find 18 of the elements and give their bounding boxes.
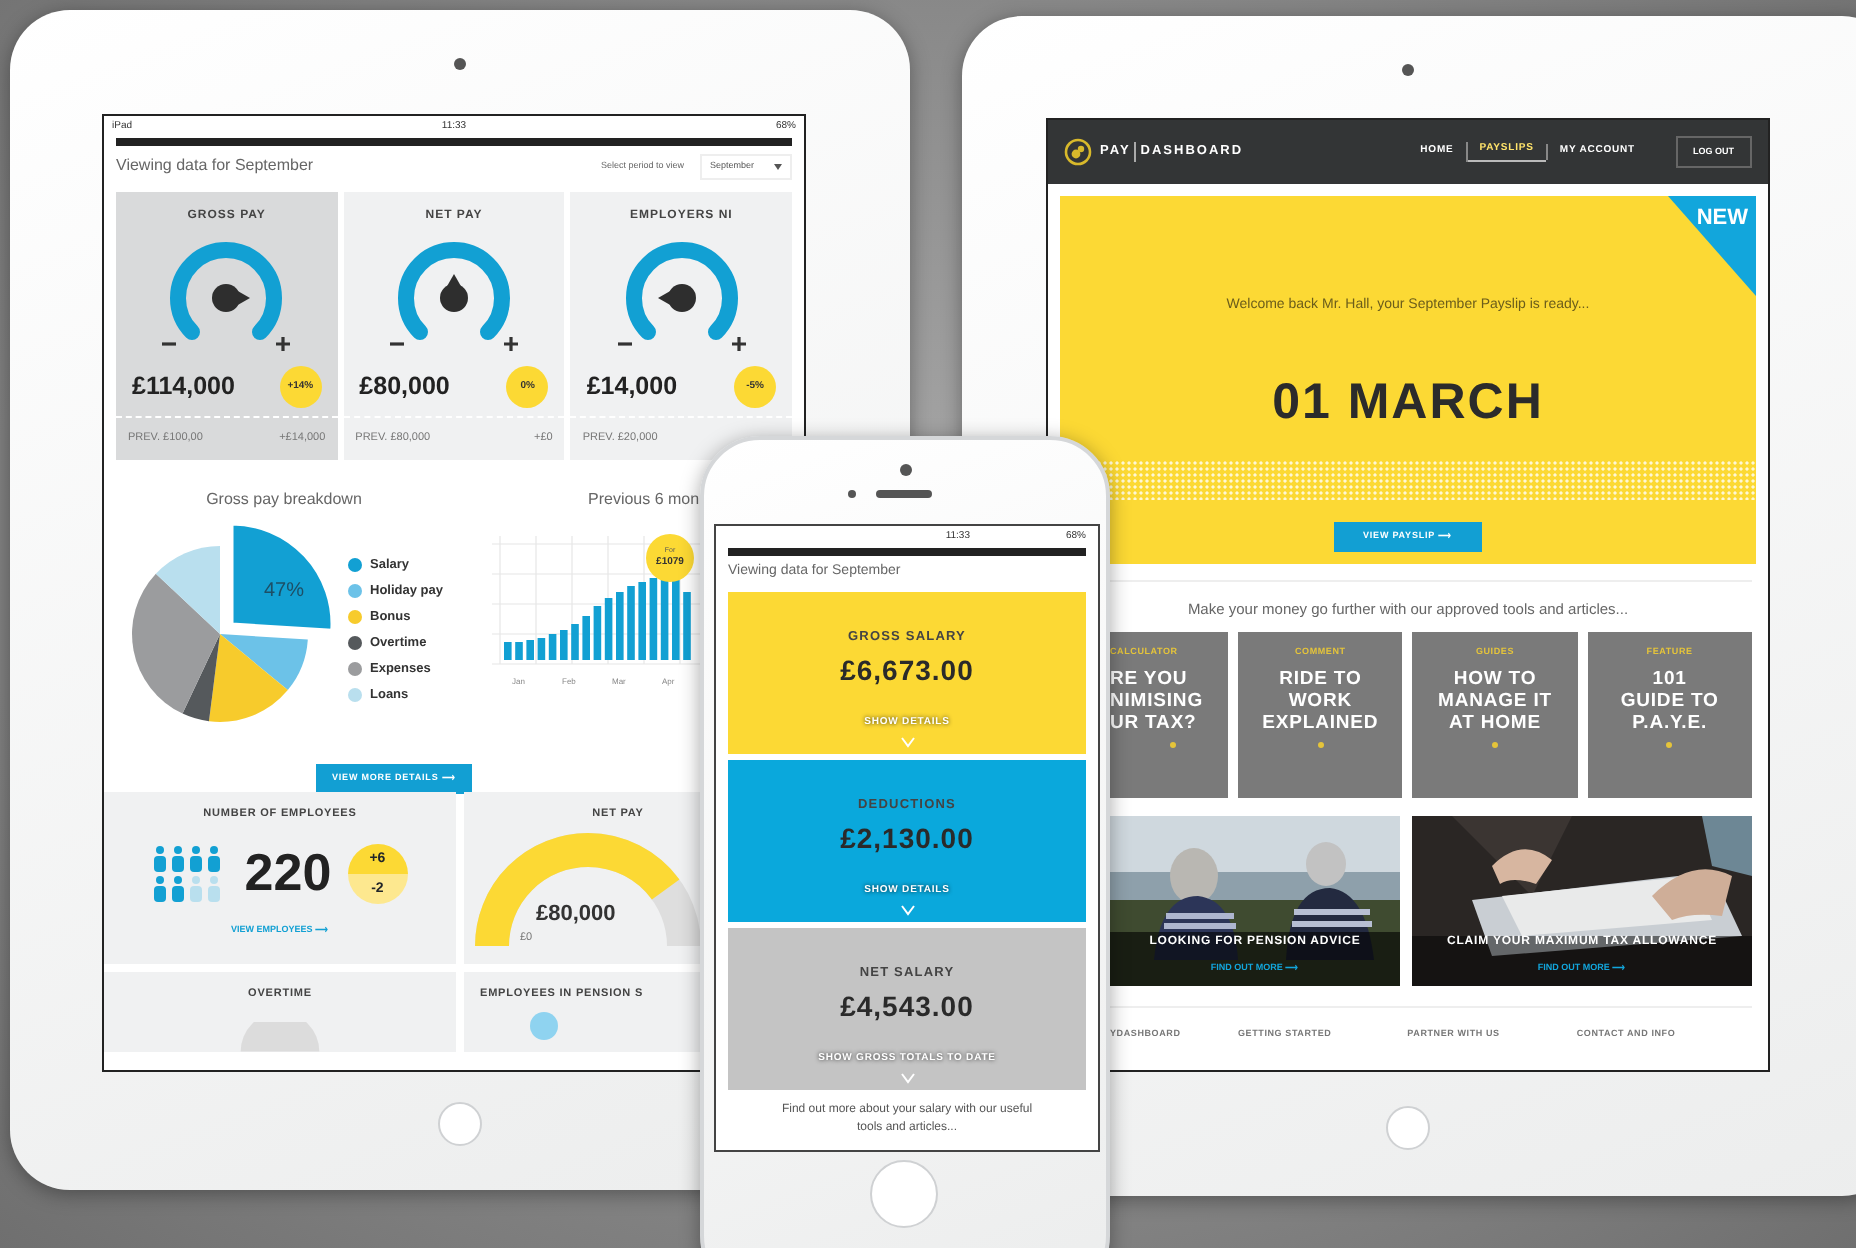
article-title: HOW TO MANAGE IT AT HOME	[1438, 668, 1552, 734]
chart-title: Gross pay breakdown	[204, 487, 364, 512]
chart-title: Previous 6 mon	[588, 487, 700, 512]
panel-amount: £2,130.00	[840, 820, 974, 859]
amount-value: £14,000	[586, 369, 678, 404]
amount-value: £80,000	[359, 369, 450, 404]
payslip-date: 01 MARCH	[1272, 371, 1544, 433]
article-title: 101 GUIDE TO P.A.Y.E.	[1620, 668, 1719, 734]
article-title: RE YOU NIMISING UR TAX?	[1110, 668, 1203, 734]
ribbon-label: NEW	[1696, 204, 1748, 234]
page-heading: Viewing data for September	[116, 154, 314, 179]
employee-count: 220	[244, 840, 332, 906]
amount-value: £114,000	[132, 369, 235, 404]
slice-label: 47%	[264, 579, 304, 602]
panel-amount: £4,543.00	[840, 988, 974, 1027]
article-title: RIDE TO WORK EXPLAINED	[1262, 668, 1379, 734]
panel-amount: £6,673.00	[840, 652, 974, 691]
gauge-amount: £80,000	[536, 900, 616, 930]
